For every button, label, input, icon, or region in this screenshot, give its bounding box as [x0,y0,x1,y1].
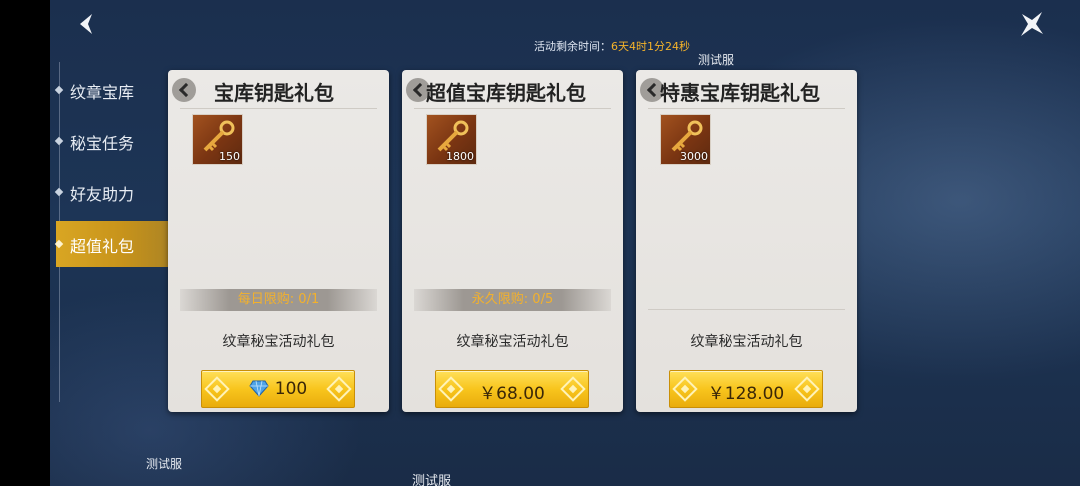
pack-title: 超值宝库钥匙礼包 [426,81,586,105]
sidebar-item-label: 好友助力 [70,185,135,204]
purchase-limit: 永久限购: 0/5 [414,289,611,311]
gift-pack-card: 超值宝库钥匙礼包 1800 永久限购: 0/5 纹章秘宝活动礼包 ￥68.00 [402,70,623,412]
price-value: 100 [274,379,308,399]
purchase-limit: 每日限购: 0/1 [180,289,377,311]
key-item-slot[interactable]: 150 [192,114,243,165]
item-quantity: 1800 [446,150,474,163]
pack-title: 特惠宝库钥匙礼包 [660,81,820,105]
sidebar-item-label: 秘宝任务 [70,134,135,153]
chevron-left-icon[interactable] [172,78,196,102]
buy-button[interactable]: 100 [201,370,355,408]
sidebar-item-friend-help[interactable]: 好友助力 [54,169,168,215]
pack-title: 宝库钥匙礼包 [214,81,334,105]
divider [648,108,845,109]
test-server-watermark: 测试服 [146,457,183,471]
sidebar-item-label: 超值礼包 [70,237,135,256]
price-value: ￥68.00 [479,384,545,404]
nav-dot-icon [54,85,64,95]
nav-dot-icon [54,187,64,197]
gift-pack-card: 宝库钥匙礼包 150 每日限购: 0/1 纹章秘宝活动礼包 100 [168,70,389,412]
nav-dot-icon [54,239,64,249]
diamond-gem-icon [249,380,269,397]
buy-button[interactable]: ￥68.00 [435,370,589,408]
timer-label: 活动剩余时间： [534,40,611,53]
back-arrow-icon [80,14,92,34]
test-server-watermark: 测试服 [698,53,735,67]
item-quantity: 3000 [680,150,708,163]
nav-dot-icon [54,136,64,146]
event-timer: 活动剩余时间：6天4时1分24秒 [534,38,690,54]
item-quantity: 150 [219,150,240,163]
price-value: ￥128.00 [707,384,785,404]
sidebar-item-value-packs[interactable]: 超值礼包 [54,221,168,267]
pack-description: 纹章秘宝活动礼包 [690,334,803,350]
back-button[interactable] [72,10,102,40]
buy-button[interactable]: ￥128.00 [669,370,823,408]
price-display: 100 [202,379,354,399]
key-item-slot[interactable]: 1800 [426,114,477,165]
sidebar-item-emblem-vault[interactable]: 纹章宝库 [54,67,168,113]
divider [648,309,845,310]
divider [180,108,377,109]
timer-value: 6天4时1分24秒 [611,40,690,53]
sidebar-item-label: 纹章宝库 [70,83,135,102]
sidebar-item-treasure-tasks[interactable]: 秘宝任务 [54,118,168,164]
screen-edge-band [0,0,50,486]
game-screen: 活动剩余时间：6天4时1分24秒 测试服 测试服 测试服 纹章宝库 秘宝任务 好… [0,0,1080,486]
pack-description: 纹章秘宝活动礼包 [456,334,569,350]
close-x-icon [1021,12,1043,36]
divider [414,108,611,109]
key-item-slot[interactable]: 3000 [660,114,711,165]
close-button[interactable] [1016,8,1048,40]
gift-pack-card: 特惠宝库钥匙礼包 3000 纹章秘宝活动礼包 ￥128.00 [636,70,857,412]
test-server-watermark: 测试服 [412,474,452,486]
pack-description: 纹章秘宝活动礼包 [222,334,335,350]
